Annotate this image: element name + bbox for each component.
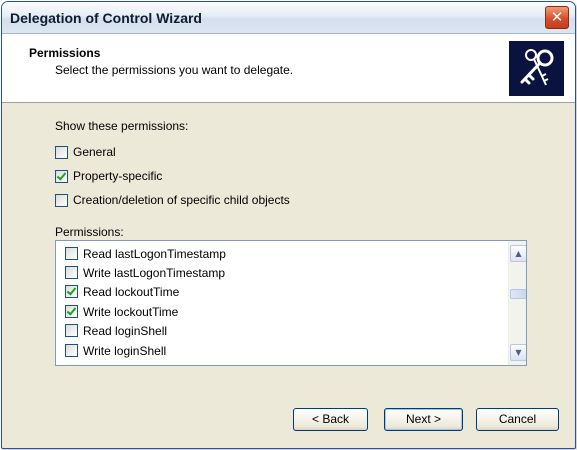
list-item-label: Write loginShell (83, 343, 167, 358)
wizard-window: Delegation of Control Wizard ✕ Permissio… (1, 1, 576, 449)
vertical-scrollbar[interactable]: ▲ ▼ (508, 241, 526, 365)
list-item-checkbox[interactable] (65, 324, 78, 337)
back-button[interactable]: < Back (293, 408, 368, 431)
list-item[interactable]: Write lastLogonTimestamp (65, 264, 225, 281)
chevron-up-icon: ▲ (515, 249, 522, 258)
list-item[interactable]: Write loginShell (65, 342, 166, 359)
list-item-checkbox[interactable] (65, 247, 78, 260)
creation-deletion-checkbox[interactable] (55, 193, 68, 207)
general-label: General (73, 145, 116, 159)
title-bar[interactable]: Delegation of Control Wizard ✕ (2, 2, 575, 34)
list-item-label: Read lastLogonTimestamp (83, 246, 226, 261)
page-subtitle: Select the permissions you want to deleg… (55, 63, 294, 77)
list-item-checkbox[interactable] (65, 344, 78, 357)
scroll-down-button[interactable]: ▼ (510, 344, 526, 361)
permissions-list[interactable]: Read lastLogonTimestamp Write lastLogonT… (55, 240, 527, 366)
list-item-checkbox[interactable] (65, 285, 78, 298)
list-item[interactable]: Read lockoutTime (65, 283, 179, 300)
permissions-label: Permissions: (55, 225, 124, 239)
list-item-label: Write lastLogonTimestamp (83, 265, 226, 280)
list-item[interactable]: Read lastLogonTimestamp (65, 245, 226, 262)
list-item[interactable]: Read loginShell (65, 322, 167, 339)
list-item-label: Read lockoutTime (83, 284, 180, 299)
wizard-content: Show these permissions: General Property… (2, 103, 575, 448)
cancel-button[interactable]: Cancel (476, 408, 559, 431)
show-permissions-label: Show these permissions: (55, 119, 189, 133)
property-specific-label: Property-specific (73, 169, 163, 183)
window-title: Delegation of Control Wizard (10, 10, 202, 26)
filter-property-specific[interactable]: Property-specific (55, 168, 162, 184)
close-icon: ✕ (550, 8, 564, 26)
property-specific-checkbox[interactable] (55, 169, 68, 183)
general-checkbox[interactable] (55, 145, 68, 159)
keys-icon (509, 41, 564, 96)
wizard-header: Permissions Select the permissions you w… (2, 34, 575, 103)
list-item-label: Write lockoutTime (83, 304, 179, 319)
creation-deletion-label: Creation/deletion of specific child obje… (73, 193, 290, 207)
close-button[interactable]: ✕ (545, 6, 569, 29)
filter-creation-deletion[interactable]: Creation/deletion of specific child obje… (55, 192, 290, 208)
list-item[interactable]: Write lockoutTime (65, 303, 178, 320)
list-item-label: Read loginShell (83, 323, 168, 338)
scroll-up-button[interactable]: ▲ (510, 245, 526, 262)
page-title: Permissions (29, 46, 101, 60)
chevron-down-icon: ▼ (515, 348, 522, 357)
scrollbar-thumb[interactable] (510, 289, 526, 299)
list-item-checkbox[interactable] (65, 266, 78, 279)
filter-general[interactable]: General (55, 144, 116, 160)
next-button[interactable]: Next > (384, 408, 463, 431)
list-item-checkbox[interactable] (65, 305, 78, 318)
